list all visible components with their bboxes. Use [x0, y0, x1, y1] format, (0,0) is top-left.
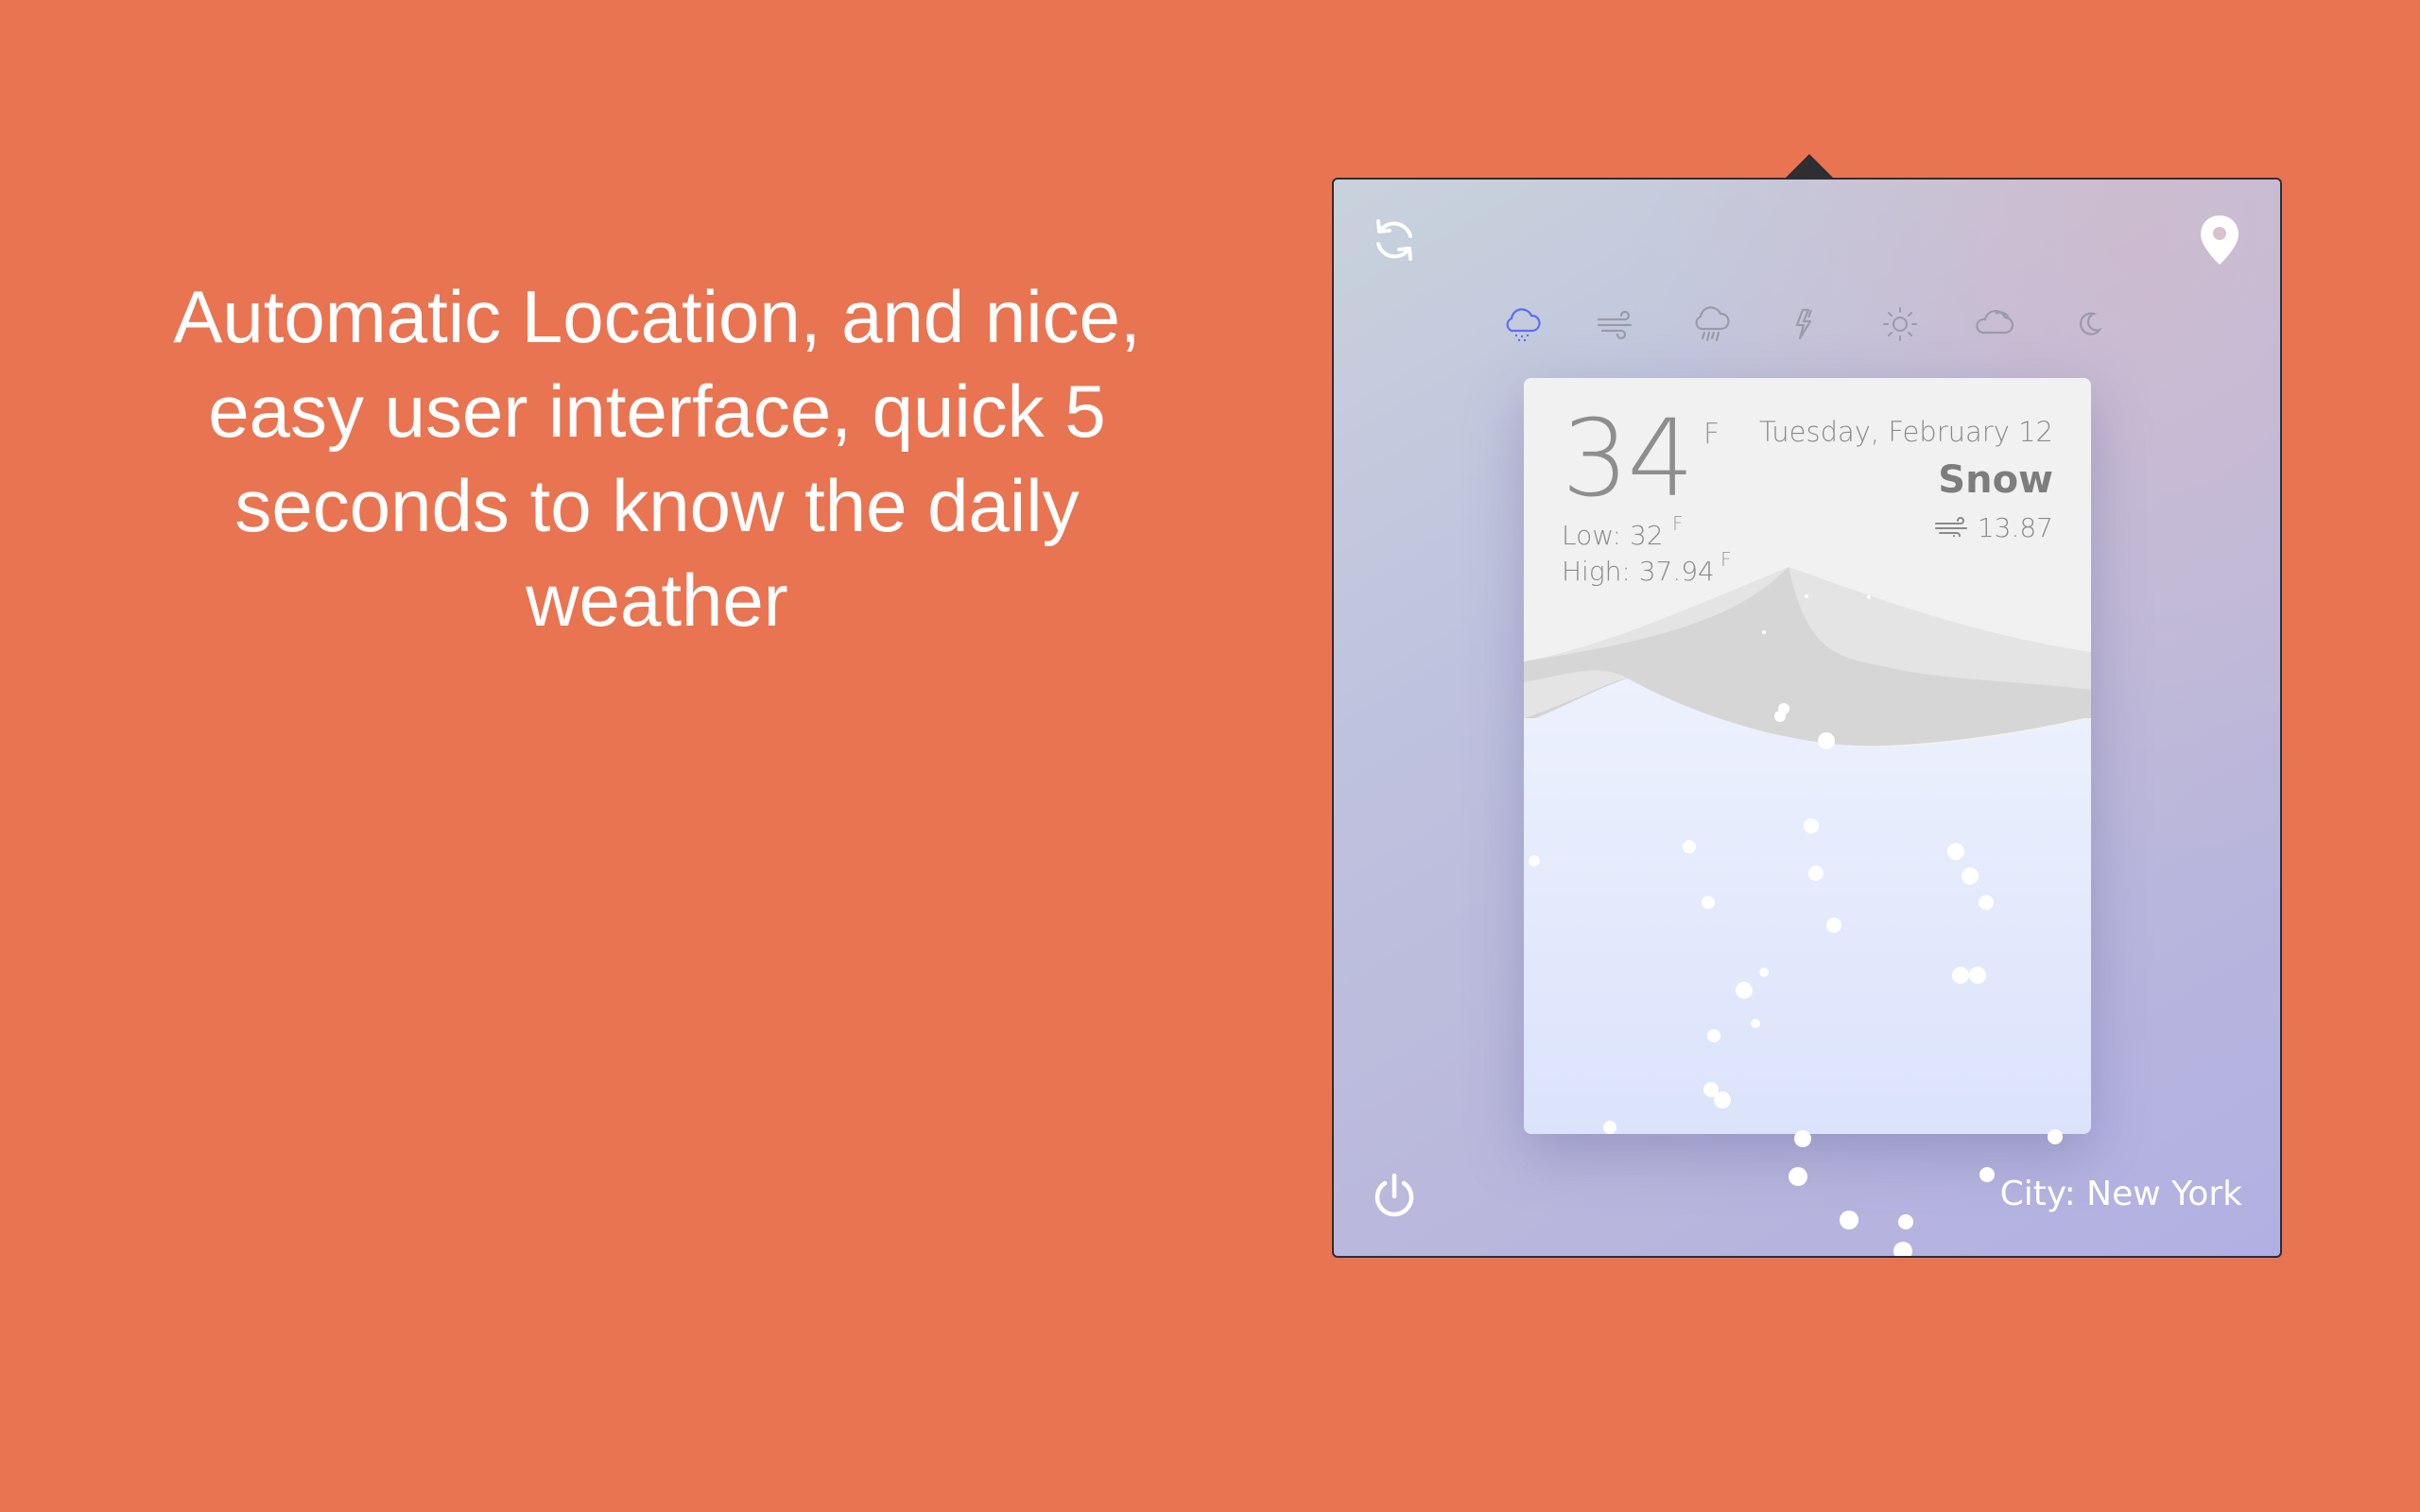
- wind-icon[interactable]: [1593, 301, 1640, 348]
- condition-label: Snow: [1938, 458, 2053, 502]
- lightning-icon[interactable]: [1782, 301, 1829, 348]
- low-temperature: Low: 32: [1562, 520, 1664, 551]
- high-temperature: High: 37.94: [1562, 556, 1715, 587]
- sun-icon[interactable]: [1876, 301, 1924, 348]
- high-unit: F: [1720, 548, 1732, 571]
- popover-arrow: [1785, 154, 1834, 179]
- promo-headline: Automatic Location, and nice, easy user …: [173, 275, 1141, 642]
- cloud-icon[interactable]: [1971, 301, 2018, 348]
- temperature-unit: F: [1703, 418, 1720, 451]
- city-label: City: New York: [1999, 1175, 2242, 1213]
- refresh-icon[interactable]: [1370, 215, 1419, 265]
- wind-speed: 13.87: [1977, 512, 2053, 543]
- weather-panel: 34 F Low: 32 F High: 37.94 F Tuesday, Fe…: [1332, 178, 2282, 1258]
- wind-icon: [1934, 512, 1970, 543]
- snow-cloud-icon[interactable]: [1498, 301, 1546, 348]
- rain-cloud-icon[interactable]: [1687, 301, 1735, 348]
- location-pin-icon[interactable]: [2198, 214, 2241, 266]
- weather-type-selector: [1498, 301, 2118, 348]
- moon-icon[interactable]: [2066, 301, 2113, 348]
- power-icon[interactable]: [1370, 1172, 1419, 1221]
- low-unit: F: [1672, 512, 1684, 535]
- wind-info: 13.87: [1934, 512, 2053, 543]
- date-label: Tuesday, February 12: [1758, 416, 2053, 448]
- current-temperature: 34: [1562, 398, 1695, 521]
- weather-card: 34 F Low: 32 F High: 37.94 F Tuesday, Fe…: [1524, 378, 2091, 1134]
